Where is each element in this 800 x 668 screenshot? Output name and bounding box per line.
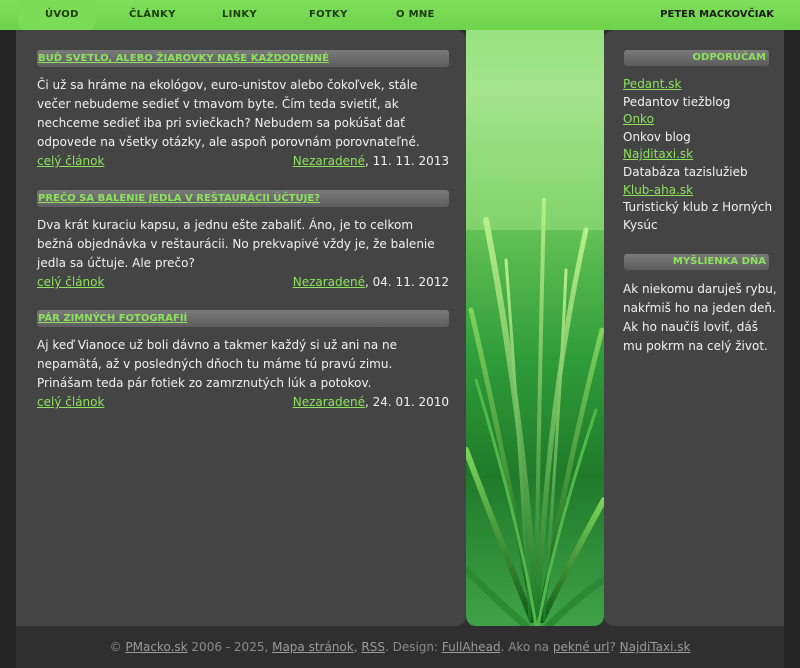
article-title-link[interactable]: Buď svetlo, alebo žiarovky naše každoden…: [37, 50, 449, 67]
article-date: , 24. 01. 2010: [365, 395, 449, 409]
footer-taxi-link[interactable]: NajdiTaxi.sk: [620, 640, 691, 654]
main-nav: ÚVOD ČLÁNKY LINKY FOTKY O MNE PETER MACK…: [0, 0, 800, 34]
article-excerpt: Dva krát kuraciu kapsu, a jednu ešte zab…: [37, 218, 435, 270]
category-link[interactable]: Nezaradené: [293, 275, 365, 289]
category-link[interactable]: Nezaradené: [293, 154, 365, 168]
article-info: Nezaradené, 11. 11. 2013: [293, 152, 449, 171]
sidebar-link-desc: Onkov blog: [623, 129, 691, 144]
footer-design-prefix: . Design:: [384, 640, 442, 654]
article-meta: celý článok Nezaradené, 04. 11. 2012: [37, 273, 449, 292]
sidebar-link-onko[interactable]: Onko: [623, 111, 783, 129]
footer-years: 2006 - 2025,: [187, 640, 273, 654]
grass-image: [466, 30, 604, 626]
sidebar-link-desc: Pedantov tiežblog: [623, 94, 731, 109]
article-title-link[interactable]: Pár zimných fotografií: [37, 310, 449, 327]
nav-item-fotky[interactable]: FOTKY: [309, 0, 348, 30]
footer: © PMacko.sk 2006 - 2025, Mapa stránok, R…: [0, 640, 800, 654]
article: Prečo sa balenie jedla v reštaurácii účt…: [37, 190, 449, 292]
footer-question: ?: [609, 640, 620, 654]
article-excerpt: Či už sa hráme na ekológov, euro-unistov…: [37, 78, 420, 149]
footer-text: . Ako na: [500, 640, 553, 654]
thought-of-the-day: Ak niekomu daruješ rybu, nakŕmiš ho na j…: [623, 282, 777, 353]
read-more-link[interactable]: celý článok: [37, 393, 104, 412]
category-link[interactable]: Nezaradené: [293, 395, 365, 409]
footer-site-link[interactable]: PMacko.sk: [125, 640, 187, 654]
article-meta: celý článok Nezaradené, 11. 11. 2013: [37, 152, 449, 171]
copyright-sign: ©: [109, 640, 122, 654]
article-date: , 04. 11. 2012: [365, 275, 449, 289]
article-info: Nezaradené, 24. 01. 2010: [293, 393, 449, 412]
site-author: PETER MACKOVČIAK: [660, 9, 774, 20]
footer-rss-link[interactable]: RSS: [361, 640, 385, 654]
recommend-heading: ODPORÚČAM: [624, 50, 769, 66]
footer-pretty-url-link[interactable]: pekné url: [553, 640, 610, 654]
sidebar-link-desc: Turistický klub z Horných Kysúc: [623, 200, 773, 232]
thought-heading: MYŠLIENKA DŇA: [624, 254, 769, 270]
recommend-list: Pedant.sk Pedantov tiežblog Onko Onkov b…: [623, 76, 783, 234]
right-frame: [784, 30, 800, 668]
article-info: Nezaradené, 04. 11. 2012: [293, 273, 449, 292]
read-more-link[interactable]: celý článok: [37, 152, 104, 171]
left-frame: [0, 30, 16, 668]
read-more-link[interactable]: celý článok: [37, 273, 104, 292]
sidebar-link-pedant[interactable]: Pedant.sk: [623, 76, 783, 94]
article: Pár zimných fotografií Aj keď Vianoce už…: [37, 310, 449, 412]
nav-item-clanky[interactable]: ČLÁNKY: [129, 0, 176, 30]
nav-item-uvod[interactable]: ÚVOD: [45, 0, 79, 30]
sidebar-link-najditaxi[interactable]: Najditaxi.sk: [623, 146, 783, 164]
article-meta: celý článok Nezaradené, 24. 01. 2010: [37, 393, 449, 412]
article-title-link[interactable]: Prečo sa balenie jedla v reštaurácii účt…: [37, 190, 449, 207]
nav-item-o-mne[interactable]: O MNE: [396, 0, 435, 30]
sidebar-link-desc: Databáza tazislužieb: [623, 164, 748, 179]
grass-illustration: [466, 30, 604, 626]
footer-design-link[interactable]: FullAhead: [442, 640, 501, 654]
article: Buď svetlo, alebo žiarovky naše každoden…: [37, 50, 449, 171]
article-excerpt: Aj keď Vianoce už boli dávno a takmer ka…: [37, 338, 397, 390]
sidebar-link-klub-aha[interactable]: Klub-aha.sk: [623, 182, 783, 200]
article-date: , 11. 11. 2013: [365, 154, 449, 168]
footer-sitemap-link[interactable]: Mapa stránok: [272, 640, 354, 654]
nav-item-linky[interactable]: LINKY: [222, 0, 257, 30]
